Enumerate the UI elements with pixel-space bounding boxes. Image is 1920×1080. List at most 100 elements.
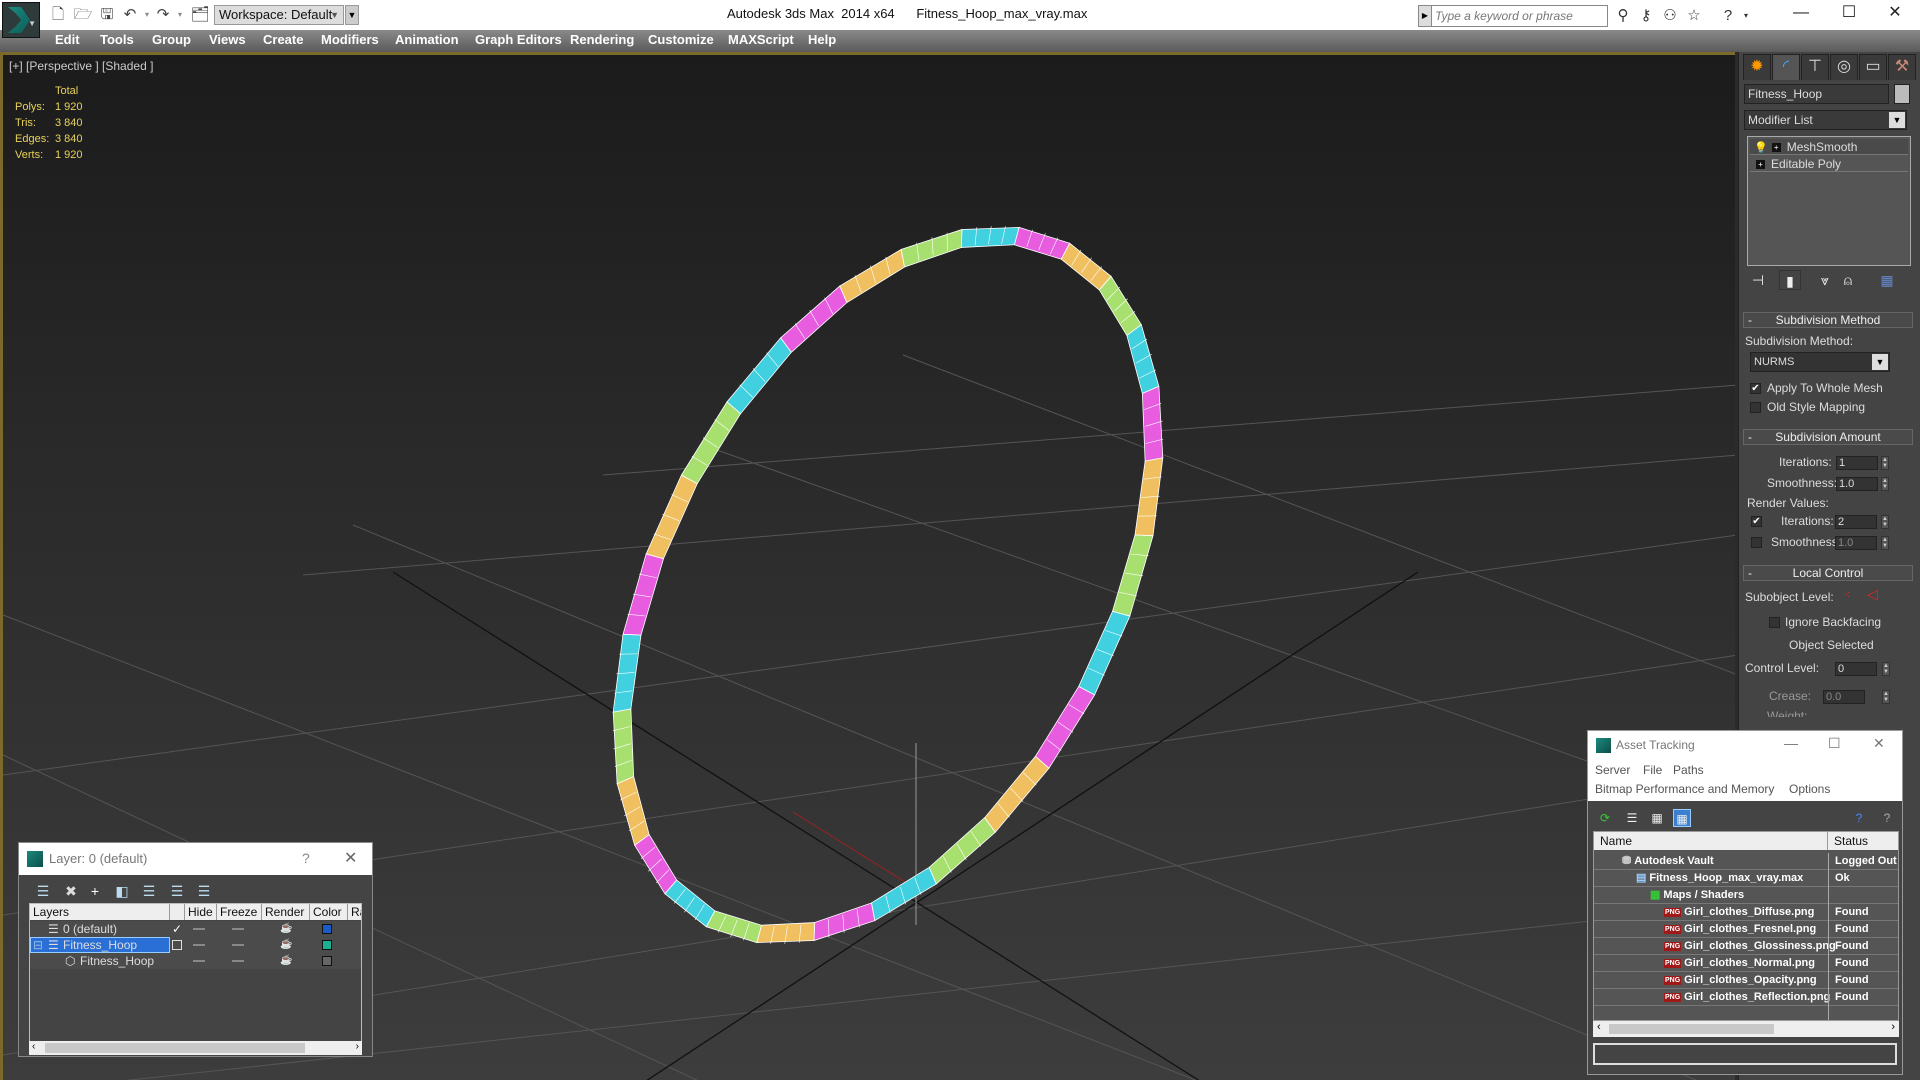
utilities-tab-icon[interactable]: ⚒ [1888,54,1916,80]
menu-bitmap-performance[interactable]: Bitmap Performance and Memory [1595,782,1774,796]
column-radiosity[interactable]: Ra [348,904,361,920]
menu-server[interactable]: Server [1595,763,1630,777]
menu-group[interactable]: Group [152,32,191,47]
menu-modifiers[interactable]: Modifiers [321,32,379,47]
freeze-toggle[interactable] [232,960,244,962]
maximize-button[interactable]: ☐ [1826,0,1872,28]
render-teapot-icon[interactable]: ☕ [280,921,292,937]
hierarchy-tab-icon[interactable]: ⊤ [1801,54,1829,80]
menu-animation[interactable]: Animation [395,32,459,47]
hide-toggle[interactable] [193,944,205,946]
fitness-hoop-object[interactable] [500,133,1277,1036]
render-smoothness-spinner[interactable]: ▲ ▼ [1881,536,1889,550]
hide-unhide-all-icon[interactable]: ☰ [167,881,187,901]
control-level-field[interactable]: 0 [1835,662,1877,676]
vault-help-icon[interactable]: ? [1850,809,1868,827]
close-button[interactable]: ✕ [1873,735,1885,752]
layer-color-swatch[interactable] [322,940,332,950]
control-level-spinner[interactable]: ▲ ▼ [1882,662,1890,676]
column-status[interactable]: Status [1828,832,1898,850]
scrollbar-thumb[interactable] [1609,1024,1774,1034]
asset-path-field[interactable] [1593,1043,1897,1065]
layer-row[interactable]: ⬡ Fitness_Hoop ☕ [30,953,361,969]
quick-access-customize-button[interactable]: ▼ [345,5,359,25]
modify-tab-icon[interactable]: ◜ [1772,54,1800,80]
key-icon[interactable]: ⚷ [1636,6,1656,26]
asset-row[interactable]: PNG Girl_clothes_Fresnel.png Found [1594,921,1898,938]
menu-graph-editors[interactable]: Graph Editors [475,32,562,47]
render-iterations-field[interactable]: 2 [1835,515,1877,529]
new-file-icon[interactable]: 🗋 [48,5,68,25]
menu-help[interactable]: Help [808,32,836,47]
maximize-button[interactable]: ☐ [1828,735,1841,752]
help-dropdown-icon[interactable]: ▾ [1736,6,1756,26]
rollout-subdivision-method[interactable]: - Subdivision Method [1743,312,1913,328]
column-freeze[interactable]: Freeze [217,904,262,920]
expand-search-icon[interactable]: ▶ [1419,6,1432,26]
scroll-right-icon[interactable]: › [1891,1021,1895,1033]
expand-icon[interactable]: + [1771,143,1781,153]
freeze-toggle[interactable] [232,944,244,946]
tree-view-icon[interactable]: ▦ [1648,809,1666,827]
old-style-mapping-checkbox[interactable] [1750,402,1761,413]
menu-file[interactable]: File [1643,763,1662,777]
subdivision-method-dropdown[interactable]: NURMS ▼ [1750,352,1890,372]
help-icon[interactable]: ? [1718,6,1738,26]
render-smoothness-field[interactable]: 1.0 [1835,536,1877,550]
asset-row[interactable]: ⛃ Autodesk Vault Logged Out [1594,853,1898,870]
current-layer-checkmark-icon[interactable]: ✓ [172,921,182,937]
menu-create[interactable]: Create [263,32,303,47]
add-to-layer-icon[interactable]: + [85,881,105,901]
vertex-subobject-icon[interactable]: ⁖ [1844,588,1851,602]
crease-spinner[interactable]: ▲ ▼ [1882,690,1890,704]
workspace-dropdown[interactable]: Workspace: Default ▼ [214,5,344,25]
close-button[interactable]: ✕ [1872,0,1918,28]
show-end-result-icon[interactable]: ▮ [1779,270,1801,290]
refresh-icon[interactable]: ⟳ [1596,809,1614,827]
set-current-checkbox[interactable] [172,940,182,950]
render-teapot-icon[interactable]: ☕ [280,953,292,969]
table-view-icon[interactable]: ▦ [1673,809,1691,827]
modifier-list-dropdown[interactable]: Modifier List ▼ [1744,110,1907,130]
asset-row[interactable]: ▤ Fitness_Hoop_max_vray.max Ok [1594,870,1898,887]
freeze-toggle[interactable] [232,928,244,930]
minimize-button[interactable]: — [1778,0,1824,28]
project-folder-icon[interactable]: 🗂 [190,5,210,25]
menu-tools[interactable]: Tools [100,32,134,47]
edge-subobject-icon[interactable]: ◁ [1867,586,1878,603]
column-current[interactable] [170,904,185,920]
object-name-input[interactable]: Fitness_Hoop [1744,84,1889,104]
asset-row[interactable]: PNG Girl_clothes_Opacity.png Found [1594,972,1898,989]
layer-color-swatch[interactable] [322,924,332,934]
object-color-swatch[interactable] [1894,84,1910,104]
iterations-field[interactable]: 1 [1836,456,1878,470]
viewport-label[interactable]: [+] [Perspective ] [Shaded ] [9,59,153,73]
menu-views[interactable]: Views [209,32,246,47]
smoothness-spinner[interactable]: ▲ ▼ [1881,477,1889,491]
iterations-spinner[interactable]: ▲ ▼ [1881,456,1889,470]
horizontal-scrollbar[interactable]: ‹ › [1593,1021,1899,1037]
hide-toggle[interactable] [193,960,205,962]
crease-field[interactable]: 0.0 [1823,690,1865,704]
menu-customize[interactable]: Customize [648,32,714,47]
create-tab-icon[interactable]: ✹ [1743,54,1771,80]
make-unique-icon[interactable]: ⩔ [1814,270,1836,290]
column-layers[interactable]: Layers [30,904,170,920]
favorites-star-icon[interactable]: ☆ [1684,6,1704,26]
rollout-local-control[interactable]: - Local Control [1743,565,1913,581]
application-menu-button[interactable]: ▼ [2,2,40,38]
layer-row[interactable]: ☰ 0 (default) ✓ ☕ [30,921,361,937]
minimize-button[interactable]: — [1784,735,1798,751]
asset-row[interactable]: PNG Girl_clothes_Normal.png Found [1594,955,1898,972]
remove-modifier-icon[interactable]: ⍝ [1837,270,1859,290]
asset-row[interactable]: PNG Girl_clothes_Reflection.png Found [1594,989,1898,1006]
freeze-unfreeze-all-icon[interactable]: ☰ [194,881,214,901]
layer-row[interactable]: ⊟ ☰ Fitness_Hoop ☕ [30,937,361,953]
asset-row[interactable]: PNG Girl_clothes_Diffuse.png Found [1594,904,1898,921]
open-file-icon[interactable]: 🗁 [73,5,93,25]
configure-modifier-sets-icon[interactable]: ▦ [1876,270,1898,290]
scroll-left-icon[interactable]: ‹ [32,1041,35,1052]
community-icon[interactable]: ⚇ [1660,6,1680,26]
column-color[interactable]: Color [310,904,348,920]
save-icon[interactable]: 🖫 [97,5,117,25]
